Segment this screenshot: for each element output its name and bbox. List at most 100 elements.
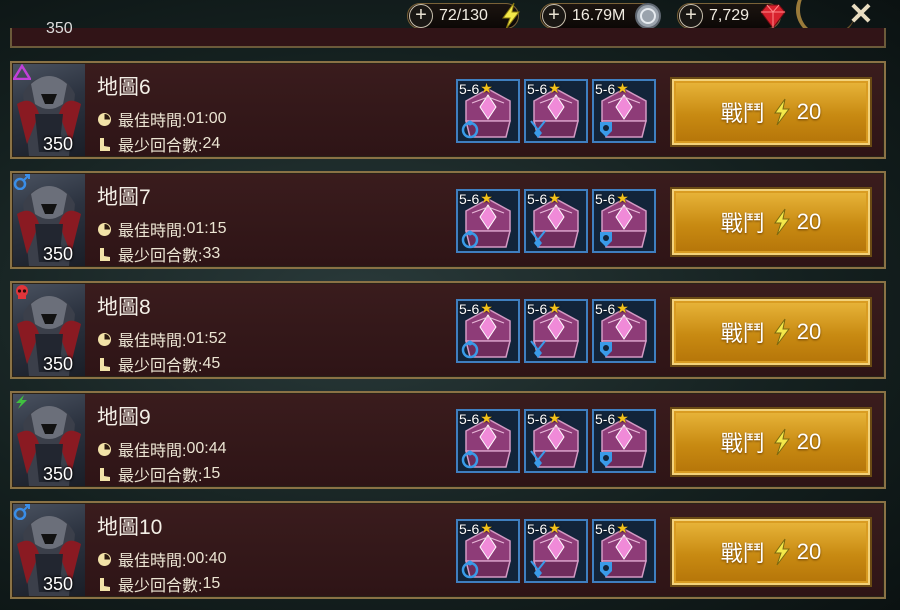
min-turns-label: 最少回合數:: [118, 248, 203, 265]
reward-chest[interactable]: 5-6 ★: [524, 189, 588, 253]
fight-label: 戰鬥: [720, 541, 765, 566]
reward-chest[interactable]: 5-6 ★: [592, 409, 656, 473]
lightning-icon: [773, 428, 790, 456]
gem-counter: + 7,729: [677, 3, 786, 29]
reward-rank-label: 5-6 ★: [527, 300, 561, 317]
min-turns: 最少回合數: 15: [97, 572, 220, 596]
ring-icon: [461, 560, 479, 579]
star-icon: ★: [548, 520, 561, 536]
fight-button[interactable]: 戰鬥 20: [672, 189, 870, 255]
star-icon: ★: [616, 520, 629, 536]
boss-portrait: 350: [13, 64, 85, 156]
best-time-label: 最佳時間:: [118, 553, 187, 570]
best-time-label: 最佳時間:: [118, 443, 187, 460]
map-row-partial: 350: [10, 20, 886, 48]
map-title: 地圖10: [97, 516, 163, 539]
reward-rank-label: 5-6 ★: [459, 190, 493, 207]
reward-rank-label: 5-6 ★: [527, 190, 561, 207]
star-icon: ★: [616, 410, 629, 426]
fight-button[interactable]: 戰鬥 20: [672, 79, 870, 145]
reward-chest[interactable]: 5-6 ★: [524, 409, 588, 473]
level-badge: 350: [46, 20, 73, 37]
min-turns: 最少回合數: 45: [97, 352, 220, 376]
reward-rank-label: 5-6 ★: [595, 80, 629, 97]
star-icon: ★: [616, 190, 629, 206]
clock-icon: [98, 332, 111, 346]
reward-chest[interactable]: 5-6 ★: [456, 299, 520, 363]
min-turns-value: 33: [202, 245, 221, 262]
fight-button[interactable]: 戰鬥 20: [672, 519, 870, 585]
reward-chest[interactable]: 5-6 ★: [456, 189, 520, 253]
boot-icon: [100, 357, 110, 371]
banner-icon: [600, 122, 612, 137]
lightning-icon: [773, 538, 790, 566]
gem-value: 7,729: [709, 7, 750, 24]
close-button[interactable]: ✕: [846, 0, 876, 31]
reward-chest[interactable]: 5-6 ★: [592, 519, 656, 583]
map-row-9: 350 地圖9 最佳時間: 00:44 最少回合數: 15 5-6 ★ 5-6 ★ 5-…: [10, 391, 886, 489]
fight-energy-cost: 20: [796, 319, 822, 344]
map-title: 地圖6: [97, 76, 151, 99]
boss-portrait: 350: [13, 394, 85, 486]
min-turns-label: 最少回合數:: [118, 138, 203, 155]
reward-chest[interactable]: 5-6 ★: [524, 79, 588, 143]
clock-icon: [98, 552, 111, 566]
reward-chest[interactable]: 5-6 ★: [456, 519, 520, 583]
fight-button[interactable]: 戰鬥 20: [672, 299, 870, 365]
amulet-icon: [530, 120, 546, 138]
map-row-6: 350 地圖6 最佳時間: 01:00 最少回合數: 24 5-6 ★ 5-6 ★ 5-…: [10, 61, 886, 159]
boot-icon: [100, 247, 110, 261]
min-turns-label: 最少回合數:: [118, 468, 203, 485]
boot-icon: [100, 137, 110, 151]
map-title: 地圖9: [97, 406, 151, 429]
reward-chest[interactable]: 5-6 ★: [592, 79, 656, 143]
level-badge: 350: [43, 574, 74, 594]
magic-affinity-icon: [13, 64, 31, 80]
best-time-value: 01:15: [186, 220, 227, 237]
add-energy-button[interactable]: +: [409, 4, 433, 28]
reward-chest[interactable]: 5-6 ★: [456, 79, 520, 143]
add-gems-button[interactable]: +: [679, 4, 703, 28]
silver-coin-icon: [635, 3, 661, 29]
level-badge: 350: [43, 134, 74, 154]
lightning-icon: [502, 2, 521, 30]
map-row-10: 350 地圖10 最佳時間: 00:40 最少回合數: 15 5-6 ★ 5-6 ★ 5…: [10, 501, 886, 599]
reward-chest[interactable]: 5-6 ★: [524, 519, 588, 583]
amulet-icon: [530, 560, 546, 578]
add-silver-button[interactable]: +: [542, 4, 566, 28]
star-icon: ★: [480, 520, 493, 536]
best-time: 最佳時間: 00:40: [97, 547, 227, 571]
amulet-icon: [530, 340, 546, 358]
reward-rank-label: 5-6 ★: [595, 300, 629, 317]
star-icon: ★: [480, 80, 493, 96]
reward-chest[interactable]: 5-6 ★: [592, 189, 656, 253]
level-badge: 350: [43, 244, 74, 264]
star-icon: ★: [548, 190, 561, 206]
fight-label: 戰鬥: [720, 431, 765, 456]
reward-rank-label: 5-6 ★: [527, 80, 561, 97]
reward-chest[interactable]: 5-6 ★: [524, 299, 588, 363]
banner-icon: [600, 342, 612, 357]
reward-chest[interactable]: 5-6 ★: [456, 409, 520, 473]
boss-portrait: 350: [13, 284, 85, 376]
reward-chest[interactable]: 5-6 ★: [592, 299, 656, 363]
fight-energy-cost: 20: [796, 539, 822, 564]
reward-rank-label: 5-6 ★: [459, 80, 493, 97]
void-affinity-icon: [16, 395, 27, 409]
star-icon: ★: [480, 300, 493, 316]
spirit-affinity-icon: [13, 174, 30, 190]
star-icon: ★: [616, 80, 629, 96]
best-time-value: 00:44: [186, 440, 227, 457]
fight-button[interactable]: 戰鬥 20: [672, 409, 870, 475]
boot-icon: [100, 467, 110, 481]
amulet-icon: [530, 230, 546, 248]
clock-icon: [98, 222, 111, 236]
boss-portrait: 350: [13, 174, 85, 266]
ring-icon: [461, 120, 479, 139]
min-turns: 最少回合數: 15: [97, 462, 220, 486]
spirit-affinity-icon: [13, 504, 30, 520]
energy-value: 72/130: [439, 7, 488, 24]
map-row-7: 350 地圖7 最佳時間: 01:15 最少回合數: 33 5-6 ★ 5-6 ★ 5-…: [10, 171, 886, 269]
banner-icon: [600, 562, 612, 577]
map-title: 地圖7: [97, 186, 151, 209]
